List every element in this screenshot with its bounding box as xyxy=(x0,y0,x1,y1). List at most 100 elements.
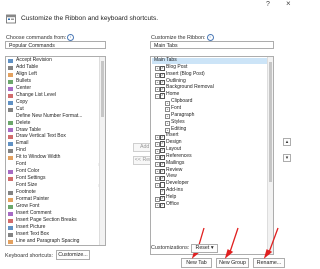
reset-label: Reset ▾ xyxy=(195,245,214,251)
command-item[interactable]: Bullets|▸ xyxy=(6,78,105,85)
command-item[interactable]: Copy xyxy=(6,98,105,106)
table-icon xyxy=(8,65,13,70)
scrollbar-thumb[interactable] xyxy=(101,61,104,117)
command-label: Grow Font xyxy=(16,202,40,209)
delete-icon xyxy=(8,121,13,126)
tab-checkbox[interactable]: ✓ xyxy=(160,155,166,161)
command-label: Insert Page Section Breaks xyxy=(16,216,77,223)
tree-item[interactable]: + ✓ Mailings xyxy=(152,160,268,168)
command-item[interactable]: FontI▾ xyxy=(6,161,105,168)
commands-scrollbar[interactable] xyxy=(99,57,105,245)
info-icon: i xyxy=(67,34,75,41)
tree-item[interactable]: + Font xyxy=(152,105,268,113)
command-item[interactable]: Insert Comment xyxy=(6,210,105,217)
command-item[interactable]: Fit to Window Width xyxy=(6,154,105,161)
tab-checkbox[interactable]: ✓ xyxy=(160,79,166,85)
tab-checkbox[interactable]: ✓ xyxy=(160,66,166,72)
command-item[interactable]: Align Left xyxy=(6,70,105,78)
command-item[interactable]: Draw Vertical Text Box xyxy=(6,134,105,140)
tree-item[interactable]: + Clipboard xyxy=(152,98,268,106)
tree-item[interactable]: − ✓ Home xyxy=(152,91,268,99)
tree-item-label: Insert (Blog Post) xyxy=(166,70,205,77)
grow-font-icon xyxy=(8,204,13,209)
tab-checkbox[interactable]: ✓ xyxy=(160,168,166,174)
command-item[interactable]: Grow Font xyxy=(6,202,105,210)
command-item[interactable]: Accept Revision xyxy=(6,57,105,64)
tab-checkbox[interactable]: ✓ xyxy=(160,141,166,147)
command-item[interactable]: Insert Picture xyxy=(6,224,105,231)
tree-item[interactable]: + ✓ Blog Post xyxy=(152,63,268,72)
tree-item[interactable]: + ✓ Help xyxy=(152,194,268,202)
command-label: Center xyxy=(16,84,32,91)
command-item[interactable]: Add Table▸ xyxy=(6,64,105,71)
choose-commands-dropdown[interactable]: Popular Commands ⌄ xyxy=(5,41,106,49)
customize-ribbon-dropdown[interactable]: Main Tabs ⌄ xyxy=(150,41,274,49)
command-item[interactable]: Font Color▸ xyxy=(6,168,105,175)
command-item[interactable]: Draw Table xyxy=(6,127,105,134)
move-up-button[interactable]: ▴ xyxy=(283,138,291,146)
expand-icon[interactable]: + xyxy=(165,100,170,106)
accept-revision-icon xyxy=(8,58,13,63)
move-down-button[interactable]: ▾ xyxy=(283,154,291,162)
draw-table-icon xyxy=(8,128,13,133)
cut-icon xyxy=(8,107,13,112)
command-label: Find xyxy=(16,147,26,154)
tree-item[interactable]: + Styles xyxy=(152,119,268,127)
tab-checkbox[interactable]: ✓ xyxy=(160,175,166,181)
command-item[interactable]: Find xyxy=(6,148,105,154)
command-item[interactable]: Font SizeI▾ xyxy=(6,182,105,189)
command-label: Align Left xyxy=(16,70,37,77)
find-icon xyxy=(8,149,13,154)
tree-item-label: Blog Post xyxy=(166,63,188,70)
line-spacing-icon xyxy=(8,239,13,244)
command-item[interactable]: Center xyxy=(6,84,105,92)
commands-list[interactable]: Accept RevisionAdd Table▸Align LeftBulle… xyxy=(5,56,106,246)
tab-checkbox[interactable]: ✓ xyxy=(160,148,166,154)
tab-checkbox[interactable]: ✓ xyxy=(160,203,166,209)
expand-icon[interactable]: + xyxy=(165,114,170,120)
command-item[interactable]: Insert Text Box xyxy=(6,230,105,238)
customize-shortcuts-button[interactable]: Customize... xyxy=(56,250,90,260)
command-item[interactable]: Footnote xyxy=(6,189,105,196)
command-item[interactable]: Line and Paragraph Spacing▸ xyxy=(6,237,105,245)
chevron-down-icon: ⌄ xyxy=(154,42,159,48)
tab-checkbox[interactable]: ✓ xyxy=(160,134,166,140)
expand-icon[interactable]: + xyxy=(165,107,170,113)
tab-checkbox[interactable]: ✓ xyxy=(160,72,166,79)
tree-item[interactable]: + ✓ Office xyxy=(152,201,268,209)
tree-item[interactable]: + ✓ Insert (Blog Post) xyxy=(152,70,268,79)
help-button[interactable]: ? xyxy=(266,1,270,8)
tab-checkbox[interactable]: ✓ xyxy=(160,189,166,195)
tab-checkbox[interactable]: ✓ xyxy=(160,196,166,202)
close-button[interactable]: × xyxy=(286,0,291,8)
tab-checkbox[interactable]: ✓ xyxy=(160,161,166,168)
bullets-icon xyxy=(8,79,13,84)
format-painter-icon xyxy=(8,197,13,202)
command-item[interactable]: Define New Number Format... xyxy=(6,113,105,120)
command-label: Insert Text Box xyxy=(16,230,49,237)
command-label: Font Color xyxy=(16,168,40,175)
tree-item[interactable]: Main Tabs xyxy=(152,57,268,64)
tree-scrollbar[interactable] xyxy=(267,57,273,254)
expand-icon[interactable]: + xyxy=(165,121,170,127)
command-item[interactable]: Delete xyxy=(6,120,105,127)
tree-item[interactable]: + Paragraph xyxy=(152,112,268,120)
command-label: Line and Paragraph Spacing xyxy=(16,237,80,244)
scrollbar-thumb[interactable] xyxy=(269,62,272,182)
align-left-icon xyxy=(8,72,13,77)
tab-checkbox[interactable]: ✓ xyxy=(160,86,166,92)
command-item[interactable]: Change List Level▸ xyxy=(6,92,105,99)
command-item[interactable]: Font Settings xyxy=(6,175,105,182)
command-item[interactable]: Format Painter xyxy=(6,196,105,203)
command-label: Copy xyxy=(16,98,28,105)
command-label: Email xyxy=(16,140,29,147)
reset-dropdown-button[interactable]: Reset ▾ xyxy=(191,244,218,253)
command-item[interactable]: Cut xyxy=(6,106,105,113)
font-settings-icon xyxy=(8,177,13,182)
tab-checkbox[interactable] xyxy=(160,182,166,188)
tree-item[interactable]: + ✓ References xyxy=(152,153,268,161)
command-item[interactable]: Email xyxy=(6,141,105,147)
command-label: Font Size xyxy=(16,182,38,189)
tab-checkbox[interactable]: ✓ xyxy=(160,93,166,99)
command-item[interactable]: Insert Page Section Breaks▸ xyxy=(6,216,105,224)
